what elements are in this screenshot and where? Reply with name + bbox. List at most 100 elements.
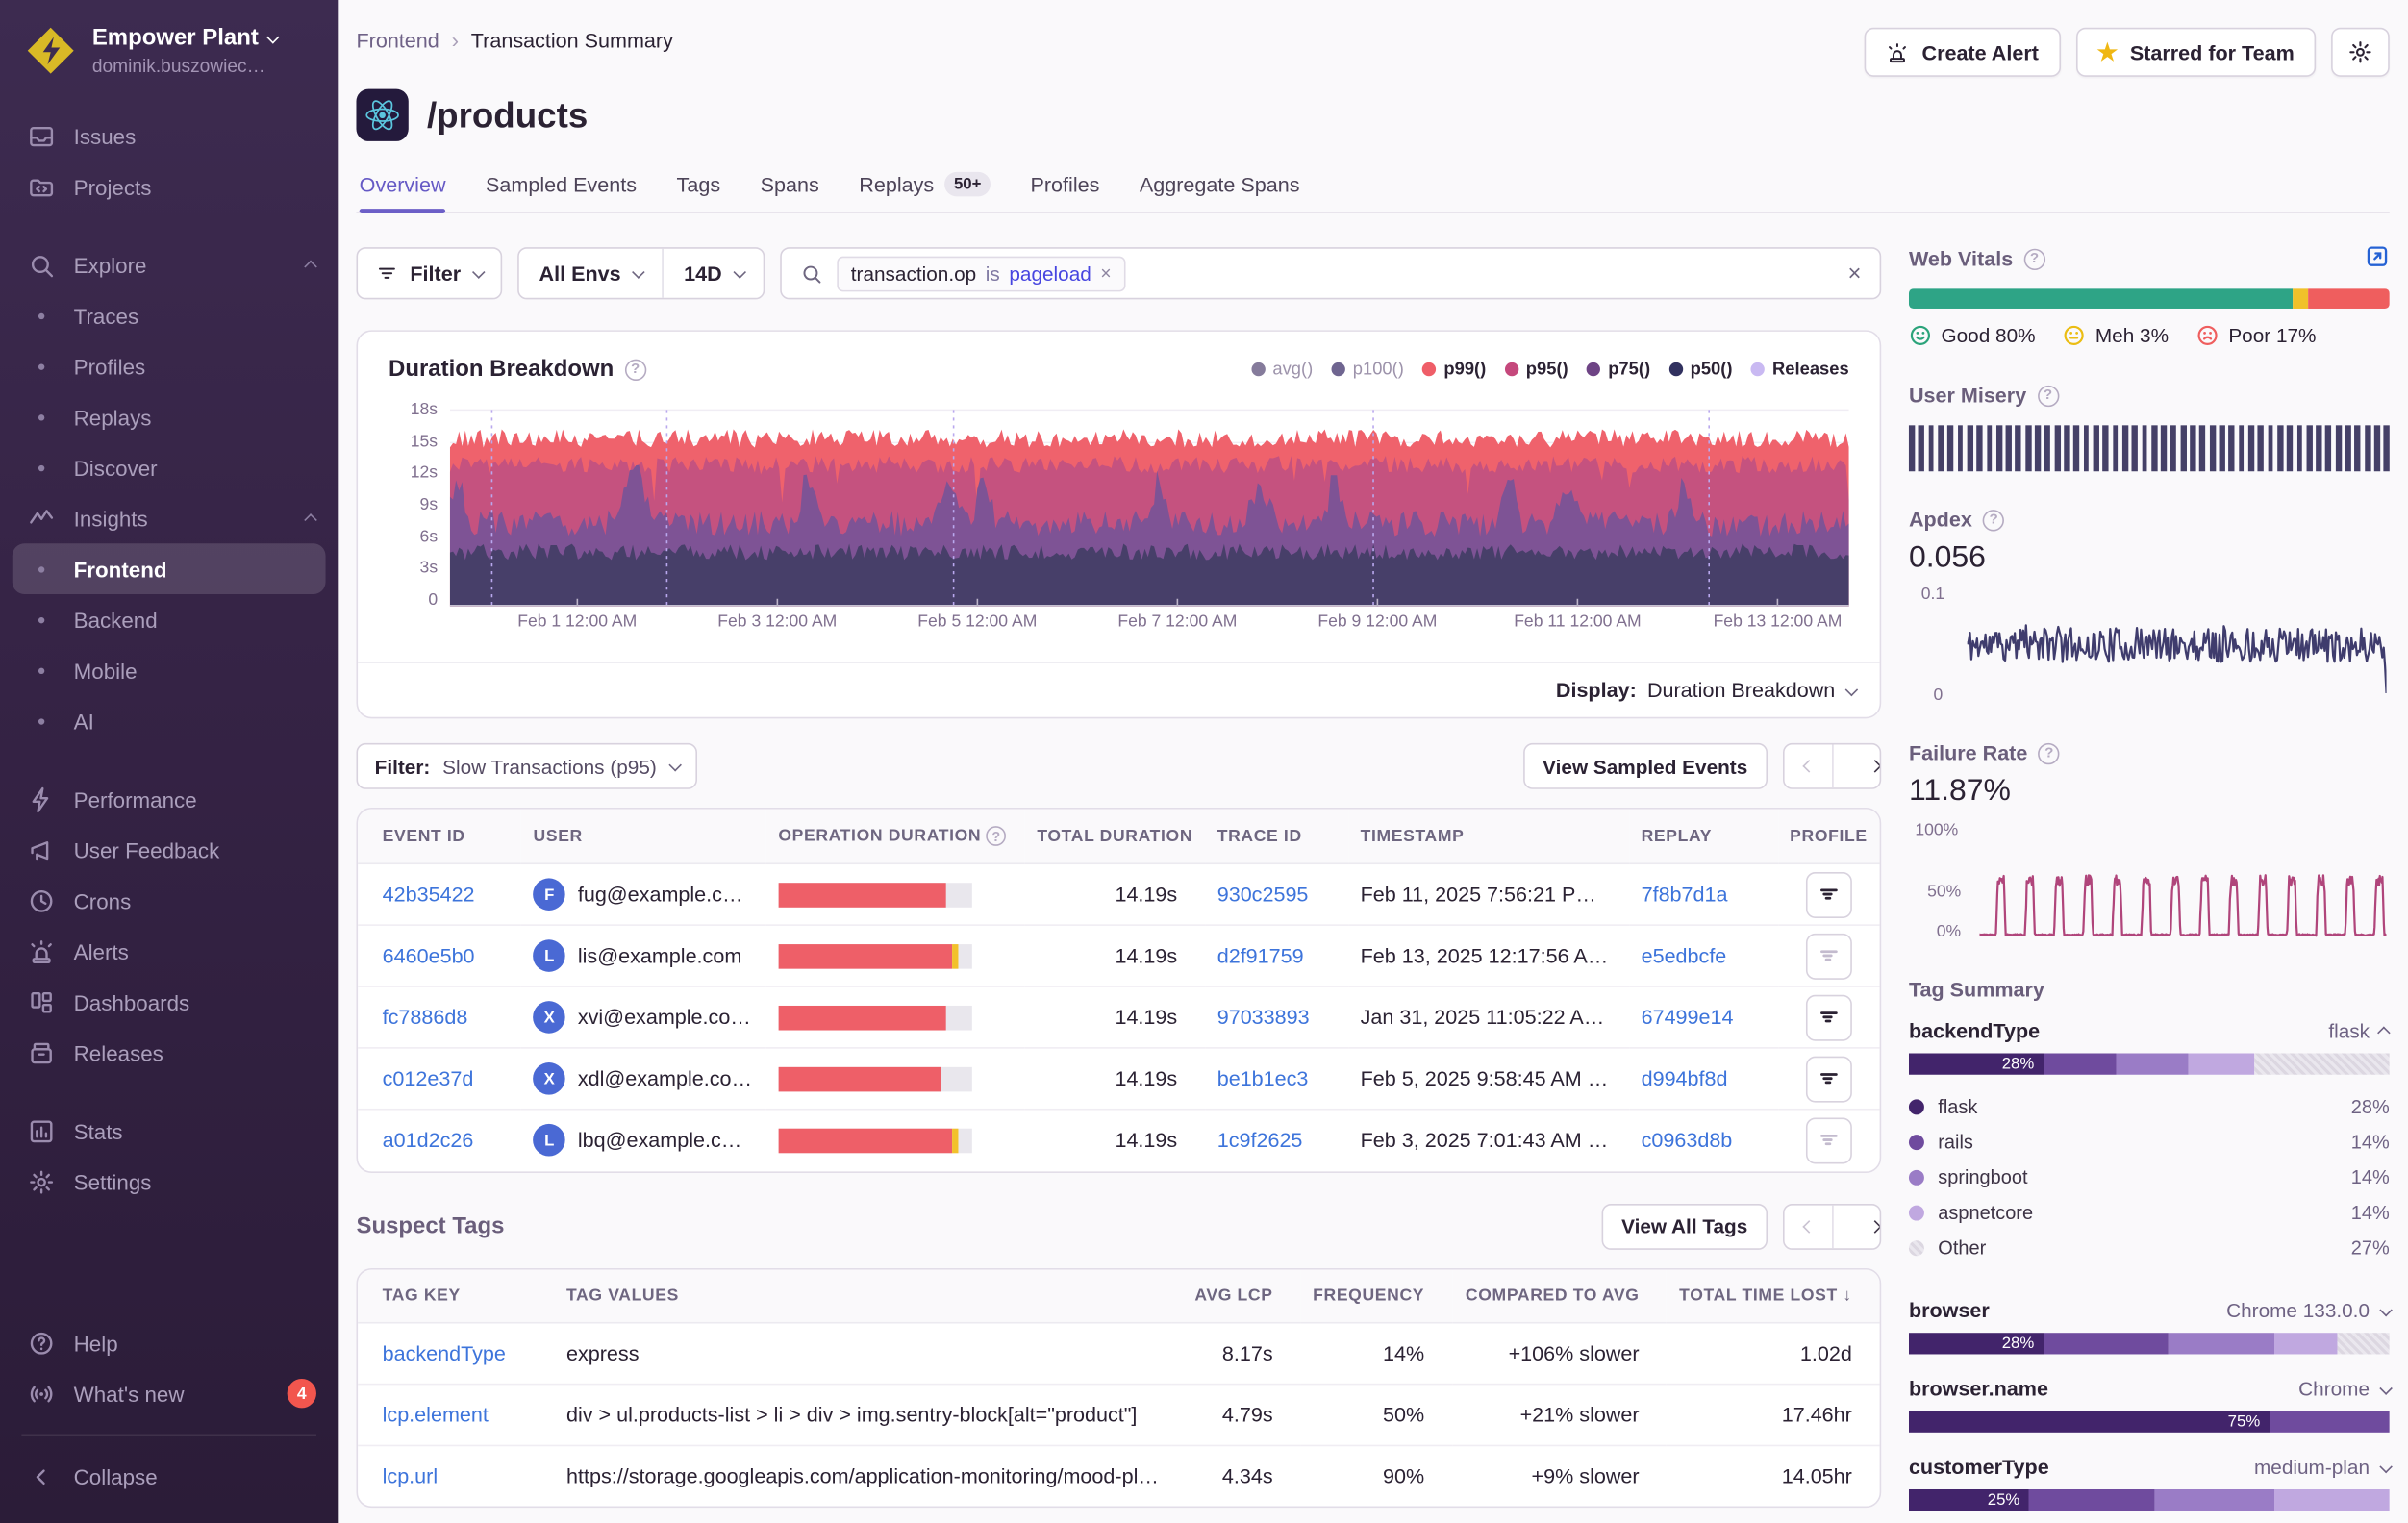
help-icon[interactable]: ?	[2023, 248, 2044, 269]
legend-item-p100[interactable]: p100()	[1331, 360, 1403, 378]
display-dropdown[interactable]: Duration Breakdown	[1647, 679, 1855, 702]
suspect-tags-table: TAG KEYTAG VALUESAVG LCPFREQUENCYCOMPARE…	[358, 1269, 1880, 1507]
sidebar-item-traces[interactable]: Traces	[0, 290, 338, 341]
legend-item-p95[interactable]: p95()	[1504, 360, 1568, 378]
help-icon[interactable]: ?	[2037, 385, 2058, 406]
sidebar-item-dashboards[interactable]: Dashboards	[0, 977, 338, 1028]
search-input[interactable]: transaction.op is pageload × ×	[780, 247, 1881, 299]
sidebar-item-profiles[interactable]: Profiles	[0, 341, 338, 392]
event-id-link[interactable]: fc7886d8	[383, 1006, 468, 1029]
help-icon[interactable]: ?	[2039, 742, 2060, 763]
duration-chart[interactable]	[450, 404, 1849, 607]
event-id-link[interactable]: 42b35422	[383, 883, 475, 906]
tag-key-link[interactable]: backendType	[383, 1341, 506, 1364]
legend-item-Releases[interactable]: Releases	[1751, 360, 1849, 378]
tag-key-link[interactable]: lcp.url	[383, 1464, 439, 1487]
sidebar-item-settings[interactable]: Settings	[0, 1156, 338, 1207]
sidebar-item-help[interactable]: Help	[0, 1317, 338, 1368]
sidebar-item-frontend[interactable]: Frontend	[13, 543, 326, 594]
trace-id-link[interactable]: d2f91759	[1217, 944, 1304, 967]
legend-item-p75[interactable]: p75()	[1587, 360, 1650, 378]
profile-button[interactable]	[1806, 933, 1852, 979]
performance-icon	[28, 786, 56, 813]
search-token[interactable]: transaction.op is pageload ×	[837, 256, 1125, 291]
pager-previous-button[interactable]	[1785, 1205, 1833, 1248]
facet-distribution-bar[interactable]: 28%	[1909, 1053, 2390, 1074]
facet-value-dropdown[interactable]: Chrome	[2298, 1377, 2390, 1400]
sidebar-item-discover[interactable]: Discover	[0, 442, 338, 493]
replay-id-link[interactable]: 7f8b7d1a	[1642, 883, 1728, 906]
facet-distribution-bar[interactable]: 25%	[1909, 1489, 2390, 1511]
sidebar-item-alerts[interactable]: Alerts	[0, 926, 338, 977]
tab-tags[interactable]: Tags	[677, 162, 721, 212]
legend-item-p50[interactable]: p50()	[1668, 360, 1732, 378]
tab-profiles[interactable]: Profiles	[1030, 162, 1099, 212]
sidebar-item-user-feedback[interactable]: User Feedback	[0, 825, 338, 876]
pager-next-button[interactable]	[1832, 1205, 1880, 1248]
trace-id-link[interactable]: 930c2595	[1217, 883, 1309, 906]
environment-selector[interactable]: All Envs	[519, 249, 663, 298]
column-header-total-time-lost[interactable]: TOTAL TIME LOST ↓	[1667, 1269, 1879, 1322]
profile-button[interactable]	[1806, 1056, 1852, 1102]
legend-item-avg[interactable]: avg()	[1251, 360, 1313, 378]
tab-sampled-events[interactable]: Sampled Events	[486, 162, 637, 212]
transaction-filter-dropdown[interactable]: Filter: Slow Transactions (p95)	[356, 743, 696, 789]
sidebar-item-releases[interactable]: Releases	[0, 1027, 338, 1078]
view-all-tags-button[interactable]: View All Tags	[1601, 1203, 1768, 1249]
event-id-link[interactable]: c012e37d	[383, 1067, 474, 1090]
facet-value-dropdown[interactable]: medium-plan	[2254, 1456, 2390, 1479]
help-icon[interactable]: ?	[987, 826, 1007, 846]
sidebar-item-insights[interactable]: Insights	[0, 493, 338, 544]
tab-overview[interactable]: Overview	[360, 162, 446, 212]
breadcrumb-parent[interactable]: Frontend	[356, 29, 439, 52]
open-in-vitals-icon[interactable]	[2365, 244, 2390, 269]
date-range-selector[interactable]: 14D	[663, 249, 764, 298]
legend-item-p99[interactable]: p99()	[1422, 360, 1486, 378]
sidebar-item-replays[interactable]: Replays	[0, 391, 338, 442]
profile-button[interactable]	[1806, 994, 1852, 1040]
pager-next-button[interactable]	[1832, 744, 1880, 787]
facet-distribution-bar[interactable]: 75%	[1909, 1411, 2390, 1433]
event-id-link[interactable]: 6460e5b0	[383, 944, 475, 967]
starred-for-team-button[interactable]: ★ Starred for Team	[2075, 28, 2316, 77]
sidebar-item-collapse[interactable]: Collapse	[0, 1451, 338, 1502]
sidebar-item-issues[interactable]: Issues	[0, 111, 338, 162]
org-switcher[interactable]: Empower Plant dominik.buszowiec…	[0, 0, 338, 105]
facet-value-dropdown[interactable]: Chrome 133.0.0	[2226, 1299, 2390, 1322]
sidebar-item-performance[interactable]: Performance	[0, 774, 338, 825]
tab-spans[interactable]: Spans	[761, 162, 819, 212]
trace-id-link[interactable]: be1b1ec3	[1217, 1067, 1309, 1090]
create-alert-button[interactable]: Create Alert	[1865, 28, 2060, 77]
sidebar-item-backend[interactable]: Backend	[0, 594, 338, 645]
facet-distribution-bar[interactable]: 28%	[1909, 1333, 2390, 1354]
replay-id-link[interactable]: c0963d8b	[1642, 1129, 1733, 1152]
replay-id-link[interactable]: 67499e14	[1642, 1006, 1734, 1029]
tab-aggregate-spans[interactable]: Aggregate Spans	[1140, 162, 1300, 212]
sidebar-item-mobile[interactable]: Mobile	[0, 645, 338, 696]
help-icon[interactable]: ?	[1983, 509, 2004, 530]
search-clear-icon[interactable]: ×	[1847, 261, 1861, 287]
sidebar-item-crons[interactable]: Crons	[0, 875, 338, 926]
profile-button[interactable]	[1806, 871, 1852, 917]
trace-id-link[interactable]: 97033893	[1217, 1006, 1310, 1029]
token-remove-icon[interactable]: ×	[1100, 262, 1111, 284]
replay-id-link[interactable]: e5edbcfe	[1642, 944, 1727, 967]
help-icon[interactable]: ?	[624, 359, 645, 380]
trace-id-link[interactable]: 1c9f2625	[1217, 1129, 1303, 1152]
pager-previous-button[interactable]	[1785, 744, 1833, 787]
profile-button[interactable]	[1806, 1117, 1852, 1163]
sidebar-item-ai[interactable]: AI	[0, 695, 338, 746]
view-sampled-events-button[interactable]: View Sampled Events	[1522, 743, 1768, 789]
user-email: fug@example.c…	[578, 883, 743, 906]
filter-button[interactable]: Filter	[356, 247, 502, 299]
transaction-settings-button[interactable]	[2331, 28, 2390, 77]
sidebar-item-what-s-new[interactable]: What's new4	[0, 1368, 338, 1419]
event-id-link[interactable]: a01d2c26	[383, 1129, 474, 1152]
sidebar-item-stats[interactable]: Stats	[0, 1106, 338, 1157]
tab-replays[interactable]: Replays50+	[859, 162, 991, 212]
replay-id-link[interactable]: d994bf8d	[1642, 1067, 1728, 1090]
sidebar-item-explore[interactable]: Explore	[0, 239, 338, 290]
tag-key-link[interactable]: lcp.element	[383, 1403, 489, 1426]
sidebar-item-projects[interactable]: Projects	[0, 162, 338, 212]
facet-value-dropdown[interactable]: flask	[2328, 1019, 2389, 1042]
